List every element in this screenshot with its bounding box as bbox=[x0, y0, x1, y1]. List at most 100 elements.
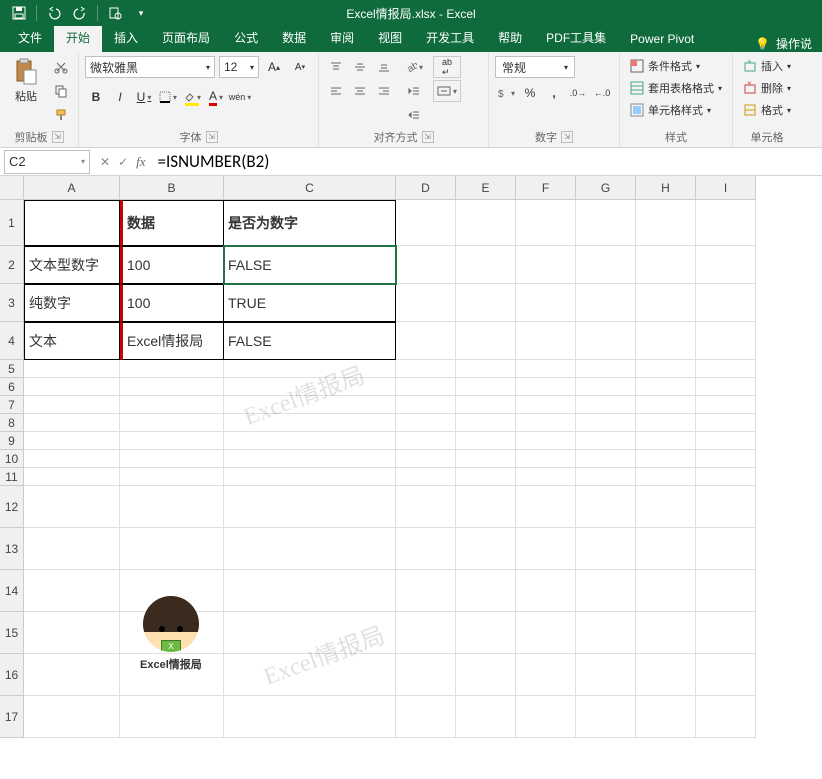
cell-E16[interactable] bbox=[456, 654, 516, 696]
number-launcher-icon[interactable]: ⇲ bbox=[561, 131, 573, 143]
format-painter-icon[interactable] bbox=[50, 104, 72, 126]
cell-C9[interactable] bbox=[224, 432, 396, 450]
tab-data[interactable]: 数据 bbox=[270, 24, 318, 52]
cell-A16[interactable] bbox=[24, 654, 120, 696]
cell-A8[interactable] bbox=[24, 414, 120, 432]
cell-I16[interactable] bbox=[696, 654, 756, 696]
cell-D3[interactable] bbox=[396, 284, 456, 322]
cell-C2[interactable]: FALSE bbox=[224, 246, 396, 284]
conditional-formatting-button[interactable]: 条件格式▾ bbox=[626, 56, 726, 76]
cell-G11[interactable] bbox=[576, 468, 636, 486]
cell-B4[interactable]: Excel情报局 bbox=[120, 322, 224, 360]
row-header-8[interactable]: 8 bbox=[0, 414, 24, 432]
delete-cells-button[interactable]: ×删除▾ bbox=[739, 78, 795, 98]
cell-D15[interactable] bbox=[396, 612, 456, 654]
percent-format-icon[interactable]: % bbox=[519, 82, 541, 104]
col-header-H[interactable]: H bbox=[636, 176, 696, 200]
cell-H16[interactable] bbox=[636, 654, 696, 696]
tab-home[interactable]: 开始 bbox=[54, 24, 102, 52]
tab-powerpivot[interactable]: Power Pivot bbox=[618, 27, 706, 52]
col-header-F[interactable]: F bbox=[516, 176, 576, 200]
undo-icon[interactable] bbox=[45, 4, 63, 22]
merge-center-button[interactable] bbox=[433, 80, 461, 102]
save-icon[interactable] bbox=[10, 4, 28, 22]
comma-format-icon[interactable]: , bbox=[543, 82, 565, 104]
cell-C12[interactable] bbox=[224, 486, 396, 528]
font-name-combo[interactable]: 微软雅黑▾ bbox=[85, 56, 215, 78]
cell-F15[interactable] bbox=[516, 612, 576, 654]
cell-H14[interactable] bbox=[636, 570, 696, 612]
cell-E8[interactable] bbox=[456, 414, 516, 432]
decrease-indent-icon[interactable] bbox=[403, 80, 425, 102]
cell-F7[interactable] bbox=[516, 396, 576, 414]
cell-B1[interactable]: 数据 bbox=[120, 200, 224, 246]
cell-F3[interactable] bbox=[516, 284, 576, 322]
cell-G1[interactable] bbox=[576, 200, 636, 246]
cell-C10[interactable] bbox=[224, 450, 396, 468]
increase-decimal-icon[interactable]: .0→ bbox=[567, 82, 589, 104]
cell-I15[interactable] bbox=[696, 612, 756, 654]
cell-I14[interactable] bbox=[696, 570, 756, 612]
col-header-E[interactable]: E bbox=[456, 176, 516, 200]
row-header-2[interactable]: 2 bbox=[0, 246, 24, 284]
tab-developer[interactable]: 开发工具 bbox=[414, 24, 486, 52]
cell-styles-button[interactable]: 单元格样式▾ bbox=[626, 100, 726, 120]
row-header-4[interactable]: 4 bbox=[0, 322, 24, 360]
cell-A13[interactable] bbox=[24, 528, 120, 570]
cell-C5[interactable] bbox=[224, 360, 396, 378]
cell-D12[interactable] bbox=[396, 486, 456, 528]
col-header-B[interactable]: B bbox=[120, 176, 224, 200]
cell-H15[interactable] bbox=[636, 612, 696, 654]
cell-F17[interactable] bbox=[516, 696, 576, 738]
cell-E14[interactable] bbox=[456, 570, 516, 612]
cell-C6[interactable] bbox=[224, 378, 396, 396]
cell-E3[interactable] bbox=[456, 284, 516, 322]
cell-I13[interactable] bbox=[696, 528, 756, 570]
cell-A10[interactable] bbox=[24, 450, 120, 468]
row-header-14[interactable]: 14 bbox=[0, 570, 24, 612]
cell-C16[interactable] bbox=[224, 654, 396, 696]
cell-E7[interactable] bbox=[456, 396, 516, 414]
cell-C4[interactable]: FALSE bbox=[224, 322, 396, 360]
cell-H7[interactable] bbox=[636, 396, 696, 414]
row-header-15[interactable]: 15 bbox=[0, 612, 24, 654]
cell-B7[interactable] bbox=[120, 396, 224, 414]
cell-E15[interactable] bbox=[456, 612, 516, 654]
cell-D5[interactable] bbox=[396, 360, 456, 378]
tab-pdf[interactable]: PDF工具集 bbox=[534, 24, 618, 52]
format-as-table-button[interactable]: 套用表格格式▾ bbox=[626, 78, 726, 98]
cell-H12[interactable] bbox=[636, 486, 696, 528]
cell-H17[interactable] bbox=[636, 696, 696, 738]
cell-F1[interactable] bbox=[516, 200, 576, 246]
col-header-A[interactable]: A bbox=[24, 176, 120, 200]
cell-B17[interactable] bbox=[120, 696, 224, 738]
row-header-9[interactable]: 9 bbox=[0, 432, 24, 450]
cell-F16[interactable] bbox=[516, 654, 576, 696]
cell-D10[interactable] bbox=[396, 450, 456, 468]
cell-G7[interactable] bbox=[576, 396, 636, 414]
cell-H1[interactable] bbox=[636, 200, 696, 246]
enter-formula-icon[interactable]: ✓ bbox=[118, 155, 128, 169]
cell-B11[interactable] bbox=[120, 468, 224, 486]
cell-E1[interactable] bbox=[456, 200, 516, 246]
cell-G4[interactable] bbox=[576, 322, 636, 360]
cell-E17[interactable] bbox=[456, 696, 516, 738]
font-color-button[interactable]: A bbox=[205, 86, 227, 108]
tell-me[interactable]: 💡 操作说 bbox=[745, 35, 822, 52]
cell-I4[interactable] bbox=[696, 322, 756, 360]
cell-C1[interactable]: 是否为数字 bbox=[224, 200, 396, 246]
copy-icon[interactable] bbox=[50, 80, 72, 102]
cell-F12[interactable] bbox=[516, 486, 576, 528]
increase-indent-icon[interactable] bbox=[403, 104, 425, 126]
cell-A7[interactable] bbox=[24, 396, 120, 414]
row-header-11[interactable]: 11 bbox=[0, 468, 24, 486]
cell-B9[interactable] bbox=[120, 432, 224, 450]
cell-E9[interactable] bbox=[456, 432, 516, 450]
cell-E2[interactable] bbox=[456, 246, 516, 284]
qat-customize-icon[interactable]: ▾ bbox=[132, 4, 150, 22]
tab-review[interactable]: 审阅 bbox=[318, 24, 366, 52]
row-header-7[interactable]: 7 bbox=[0, 396, 24, 414]
tab-view[interactable]: 视图 bbox=[366, 24, 414, 52]
cell-A5[interactable] bbox=[24, 360, 120, 378]
cell-G14[interactable] bbox=[576, 570, 636, 612]
